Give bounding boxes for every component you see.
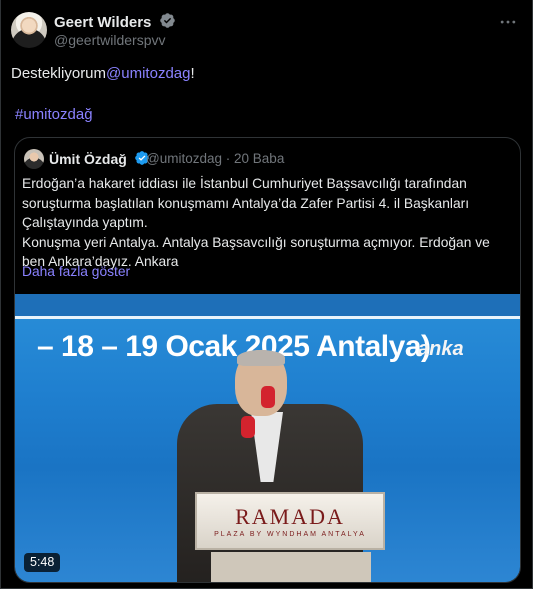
quoted-author-avatar[interactable] (24, 149, 44, 169)
microphone-icon (261, 386, 275, 408)
show-more-link[interactable]: Daha fazla göster (22, 264, 130, 279)
quoted-tweet-card[interactable]: Ümit Özdağ @umitozdag · 20 Baba Erdoğan’… (14, 137, 521, 583)
video-watermark: anka (418, 338, 464, 360)
video-duration-badge: 5:48 (24, 553, 61, 572)
meta-separator: · (225, 151, 231, 166)
quoted-author-name-row[interactable]: Ümit Özdağ (49, 150, 150, 167)
tweet-text: Destekliyorum@umitozdag! (11, 64, 195, 84)
microphone-icon (241, 416, 255, 438)
quoted-tweet-text: Erdoğan’a hakaret iddiası ile İstanbul C… (22, 176, 490, 269)
author-name[interactable]: Geert Wilders (54, 14, 151, 31)
quoted-author-name[interactable]: Ümit Özdağ (49, 151, 127, 167)
quoted-timestamp[interactable]: 20 Baba (234, 151, 284, 166)
video-banner-top (15, 294, 520, 316)
quoted-meta: @umitozdag · 20 Baba (146, 151, 284, 166)
tweet-text-prefix: Destekliyorum (11, 65, 107, 82)
verified-badge-icon (159, 13, 175, 28)
podium-subtitle: PLAZA BY WYNDHAM ANTALYA (214, 531, 366, 538)
podium-logo: RAMADA (235, 504, 345, 529)
podium: RAMADA PLAZA BY WYNDHAM ANTALYA (195, 492, 385, 550)
more-options-icon[interactable] (498, 12, 518, 32)
podium-base (211, 552, 371, 582)
author-name-row[interactable]: Geert Wilders (54, 12, 176, 31)
author-handle[interactable]: @geertwilderspvv (54, 32, 165, 48)
tweet-hashtag-link[interactable]: #umitozdağ (15, 106, 93, 123)
video-player[interactable]: – 18 – 19 Ocak 2025 Antalya) anka RAMADA… (15, 294, 520, 582)
tweet-container: Geert Wilders @geertwilderspvv Destekliy… (0, 0, 533, 589)
author-avatar[interactable] (11, 12, 47, 48)
quoted-author-handle[interactable]: @umitozdag (146, 151, 222, 166)
tweet-text-suffix: ! (190, 65, 195, 82)
speaker-hair (237, 350, 285, 366)
tweet-mention-link[interactable]: @umitozdag (106, 65, 190, 82)
video-banner-divider (15, 316, 520, 319)
video-banner-text: – 18 – 19 Ocak 2025 Antalya) (37, 330, 431, 363)
